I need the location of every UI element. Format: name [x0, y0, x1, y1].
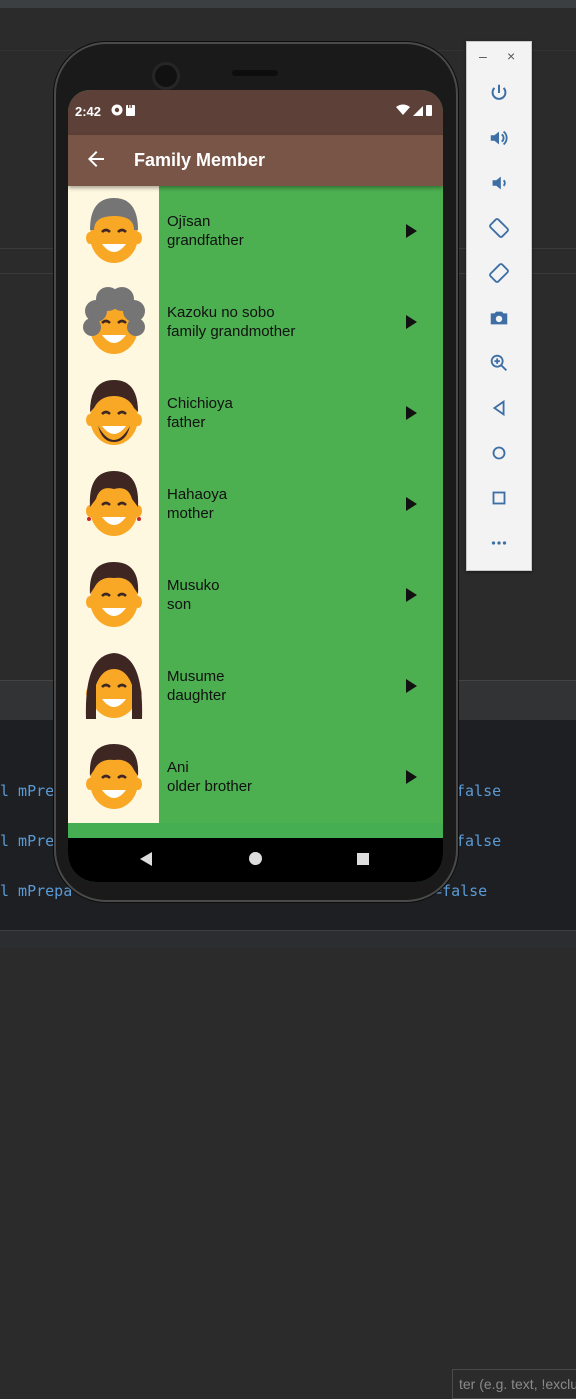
avatar	[68, 368, 159, 459]
avatar	[68, 641, 159, 732]
member-text: Hahaoya mother	[167, 485, 227, 523]
list-item[interactable]: Chichioya father	[68, 368, 443, 459]
play-icon[interactable]	[406, 679, 417, 693]
list-item[interactable]: Musuko son	[68, 550, 443, 641]
close-icon[interactable]: ×	[507, 48, 515, 64]
face-icon	[83, 287, 145, 354]
log-line: false	[456, 832, 502, 850]
avatar	[68, 186, 159, 277]
play-icon[interactable]	[406, 406, 417, 420]
member-text: Kazoku no sobo family grandmother	[167, 303, 295, 341]
nav-back-icon[interactable]	[140, 852, 152, 866]
face-icon	[86, 198, 142, 263]
log-line: false	[456, 782, 502, 800]
rotate-right-icon[interactable]	[484, 258, 514, 288]
minimize-icon[interactable]: –	[479, 48, 487, 64]
back-icon[interactable]	[484, 393, 514, 423]
more-icon[interactable]	[484, 528, 514, 558]
system-nav-bar	[68, 838, 443, 882]
member-english: family grandmother	[167, 323, 296, 340]
member-text: Musuko son	[167, 576, 220, 614]
avatar	[68, 550, 159, 641]
notification-icons	[111, 103, 139, 120]
play-icon[interactable]	[406, 588, 417, 602]
member-english: daughter	[167, 687, 227, 704]
back-arrow-icon[interactable]	[84, 147, 108, 171]
earpiece-speaker	[232, 70, 278, 76]
member-romaji: Musuko	[167, 577, 220, 594]
camera-icon[interactable]	[484, 303, 514, 333]
member-romaji: Kazoku no sobo	[167, 304, 275, 321]
list-item[interactable]: Hahaoya mother	[68, 459, 443, 550]
log-line: l mPre	[0, 782, 55, 800]
member-romaji: Chichioya	[167, 395, 233, 412]
ide-status-bar	[0, 930, 576, 948]
member-text: Ani older brother	[167, 758, 252, 796]
rotate-left-icon[interactable]	[484, 213, 514, 243]
face-icon	[86, 471, 142, 536]
member-romaji: Ani	[167, 759, 189, 776]
face-icon	[85, 653, 143, 719]
member-romaji: Musume	[167, 668, 225, 685]
home-icon[interactable]	[484, 438, 514, 468]
signal-icon	[413, 106, 423, 116]
face-icon	[86, 744, 142, 809]
member-text: Ojīsan grandfather	[167, 212, 244, 250]
zoom-icon[interactable]	[484, 348, 514, 378]
volume-down-icon[interactable]	[484, 168, 514, 198]
face-icon	[86, 380, 142, 445]
app-bar: Family Member	[68, 135, 443, 186]
front-camera	[152, 62, 180, 90]
status-bar: 2:42	[68, 90, 443, 135]
member-romaji: Hahaoya	[167, 486, 228, 503]
play-icon[interactable]	[406, 497, 417, 511]
list-item[interactable]: Ojīsan grandfather	[68, 186, 443, 277]
member-english: mother	[167, 505, 214, 522]
member-english: grandfather	[167, 232, 244, 249]
page-title: Family Member	[134, 150, 266, 170]
list-item[interactable]: Kazoku no sobo family grandmother	[68, 277, 443, 368]
list-item[interactable]: Ani older brother	[68, 732, 443, 823]
play-icon[interactable]	[406, 224, 417, 238]
app-notification-icon	[111, 104, 135, 116]
log-line: l mPrepa	[0, 882, 73, 900]
face-icon	[86, 562, 142, 627]
member-text: Chichioya father	[167, 394, 233, 432]
power-icon[interactable]	[484, 78, 514, 108]
member-english: father	[167, 414, 206, 431]
list-item[interactable]: Musume daughter	[68, 641, 443, 732]
play-icon[interactable]	[406, 315, 417, 329]
phone-screen: 2:42 Family Member Ojīsan grandfather Ka…	[68, 90, 443, 882]
status-time: 2:42	[75, 104, 102, 119]
member-english: son	[167, 596, 192, 613]
avatar	[68, 277, 159, 368]
emulator-toolbar: – ×	[466, 41, 532, 571]
logcat-filter-input[interactable]: ter (e.g. text, !exclu	[452, 1369, 576, 1399]
member-romaji: Ojīsan	[167, 213, 211, 230]
member-text: Musume daughter	[167, 667, 226, 705]
avatar	[68, 459, 159, 550]
ide-title-bar	[0, 0, 576, 8]
play-icon[interactable]	[406, 770, 417, 784]
avatar	[68, 732, 159, 823]
volume-up-icon[interactable]	[484, 123, 514, 153]
wifi-icon	[396, 104, 410, 115]
nav-home-icon[interactable]	[249, 852, 262, 865]
family-member-list: Ojīsan grandfather Kazoku no sobo family g…	[68, 186, 443, 838]
status-system-icons	[395, 103, 435, 120]
overview-icon[interactable]	[484, 483, 514, 513]
nav-recents-icon[interactable]	[357, 853, 369, 865]
log-line: l mPre	[0, 832, 55, 850]
battery-icon	[426, 105, 432, 116]
member-english: older brother	[167, 778, 253, 795]
